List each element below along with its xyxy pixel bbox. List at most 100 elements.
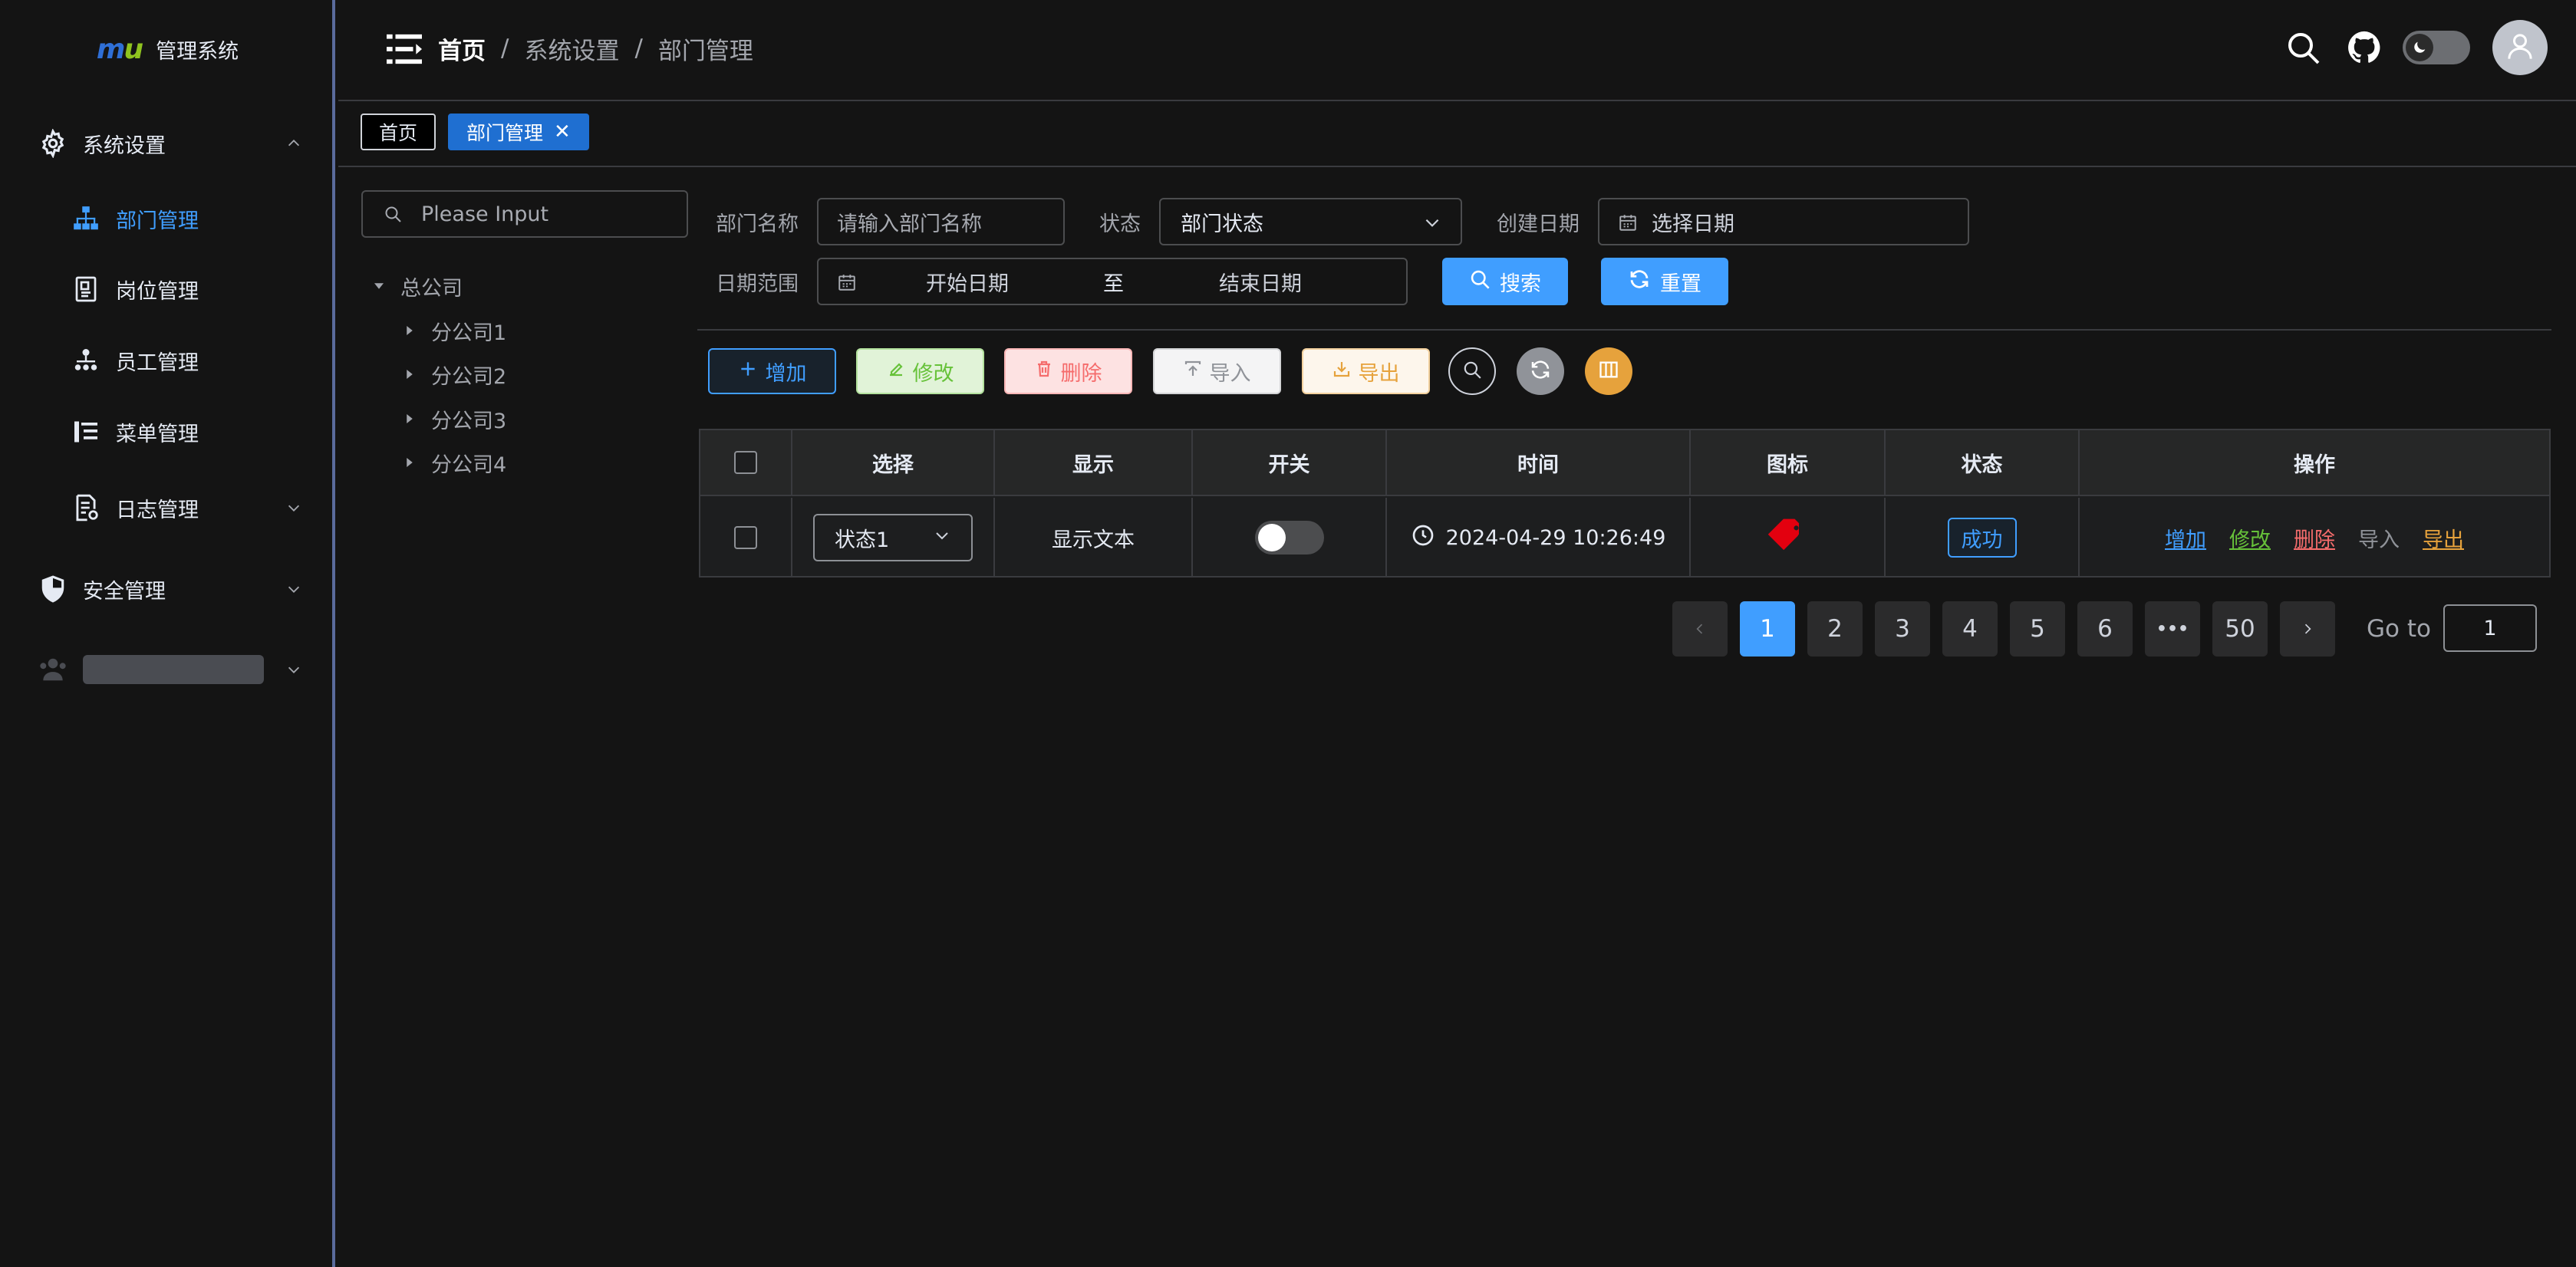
date-range-picker[interactable]: 开始日期 至 结束日期 <box>817 258 1408 305</box>
app-title: 管理系统 <box>156 39 239 64</box>
theme-toggle[interactable] <box>2403 31 2470 64</box>
tree-node-root[interactable]: 总公司 <box>371 271 463 301</box>
sidebar-item-department[interactable]: 部门管理 <box>0 192 335 245</box>
header-select-all <box>700 430 792 495</box>
dept-name-input[interactable]: 请输入部门名称 <box>817 198 1065 245</box>
columns-icon <box>1598 359 1619 383</box>
org-chart-icon <box>71 203 101 234</box>
add-button[interactable]: 增加 <box>708 348 836 394</box>
column-header: 图标 <box>1691 430 1886 495</box>
caret-right-icon[interactable] <box>402 411 417 426</box>
end-date-placeholder[interactable]: 结束日期 <box>1219 267 1302 297</box>
goto-page-input[interactable]: 1 <box>2443 604 2537 652</box>
top-header: 首页 / 系统设置 / 部门管理 <box>338 0 2576 101</box>
edit-button-label: 修改 <box>912 361 954 386</box>
page-button[interactable]: 4 <box>1942 601 1998 657</box>
tree-node-label: 总公司 <box>400 276 463 301</box>
row-delete-link[interactable]: 删除 <box>2294 523 2335 553</box>
row-status-select[interactable]: 状态1 <box>813 514 973 561</box>
create-date-placeholder: 选择日期 <box>1652 212 1734 236</box>
form-divider <box>697 329 2551 331</box>
tree-search-input[interactable]: Please Input <box>361 190 688 238</box>
search-icon[interactable] <box>2281 26 2324 69</box>
edit-button[interactable]: 修改 <box>856 348 984 394</box>
page-button[interactable]: 3 <box>1875 601 1930 657</box>
select-all-checkbox[interactable] <box>734 451 757 474</box>
sidebar-item-log[interactable]: 日志管理 <box>0 481 335 535</box>
chevron-down-icon <box>284 660 304 680</box>
tree-search-placeholder: Please Input <box>421 202 549 226</box>
sidebar-group-system-settings[interactable]: 系统设置 <box>0 117 335 170</box>
tag-home[interactable]: 首页 <box>361 114 436 150</box>
tag-label: 首页 <box>379 122 418 144</box>
sidebar-item-employee[interactable]: 员工管理 <box>0 334 335 387</box>
column-settings-button[interactable] <box>1585 347 1632 395</box>
start-date-placeholder[interactable]: 开始日期 <box>926 267 1009 297</box>
sidebar-item-position[interactable]: 岗位管理 <box>0 262 335 316</box>
tree-node-child[interactable]: 分公司3 <box>402 403 506 434</box>
page-button[interactable]: 1 <box>1740 601 1795 657</box>
status-badge: 成功 <box>1947 518 2017 558</box>
refresh-icon <box>1628 268 1651 296</box>
tree-node-child[interactable]: 分公司1 <box>402 315 506 346</box>
caret-right-icon[interactable] <box>402 367 417 382</box>
search-button[interactable]: 搜索 <box>1442 258 1568 305</box>
breadcrumb-department: 部门管理 <box>657 37 753 65</box>
app-logo[interactable]: mu 管理系统 <box>0 29 335 69</box>
caret-right-icon[interactable] <box>402 323 417 338</box>
status-select[interactable]: 部门状态 <box>1159 198 1462 245</box>
chevron-down-icon <box>933 526 951 550</box>
prev-page-button[interactable] <box>1672 601 1728 657</box>
row-add-link[interactable]: 增加 <box>2165 523 2206 553</box>
caret-down-icon[interactable] <box>371 278 387 294</box>
sidebar-group-security[interactable]: 安全管理 <box>0 562 335 616</box>
row-edit-link[interactable]: 修改 <box>2229 523 2271 553</box>
status-cell: 成功 <box>1886 498 2080 578</box>
redacted-label <box>83 655 264 684</box>
column-header: 选择 <box>792 430 995 495</box>
row-import-link[interactable]: 导入 <box>2358 523 2400 553</box>
tree-node-child[interactable]: 分公司4 <box>402 447 506 478</box>
chevron-left-icon <box>1692 615 1708 643</box>
create-date-picker[interactable]: 选择日期 <box>1598 198 1969 245</box>
page-button[interactable]: 50 <box>2212 601 2268 657</box>
caret-right-icon[interactable] <box>402 455 417 470</box>
sidebar-group-hidden[interactable] <box>0 643 335 696</box>
reset-button[interactable]: 重置 <box>1601 258 1728 305</box>
tree-node-child[interactable]: 分公司2 <box>402 359 506 390</box>
chevron-down-icon <box>284 498 304 518</box>
import-button[interactable]: 导入 <box>1153 348 1281 394</box>
column-header: 时间 <box>1387 430 1691 495</box>
range-separator: 至 <box>1103 272 1124 296</box>
page-button[interactable]: 5 <box>2010 601 2065 657</box>
team-tree-icon <box>71 345 101 376</box>
page-button[interactable]: 2 <box>1807 601 1863 657</box>
refresh-table-button[interactable] <box>1517 347 1564 395</box>
more-pages-button[interactable]: ••• <box>2145 601 2200 657</box>
breadcrumb-separator: / <box>501 35 509 62</box>
sidebar-item-menu[interactable]: 菜单管理 <box>0 405 335 459</box>
row-export-link[interactable]: 导出 <box>2423 523 2464 553</box>
export-button[interactable]: 导出 <box>1302 348 1430 394</box>
column-header: 开关 <box>1193 430 1387 495</box>
github-icon[interactable] <box>2343 26 2386 69</box>
clock-icon <box>1411 523 1435 553</box>
avatar[interactable] <box>2492 20 2548 75</box>
close-icon[interactable]: ✕ <box>554 120 571 143</box>
log-doc-icon <box>71 492 101 523</box>
row-checkbox[interactable] <box>734 526 757 549</box>
download-icon <box>1332 360 1351 383</box>
refresh-icon <box>1529 358 1552 384</box>
toggle-search-button[interactable] <box>1448 347 1496 395</box>
delete-button[interactable]: 删除 <box>1004 348 1132 394</box>
sidebar: mu 管理系统 系统设置 部门管理 岗位管理 员工管理 菜单管理 日志管理 安全… <box>0 0 335 1267</box>
next-page-button[interactable] <box>2280 601 2335 657</box>
operations-cell: 增加 修改 删除 导入 导出 <box>2080 498 2549 578</box>
page-button[interactable]: 6 <box>2077 601 2133 657</box>
tag-department[interactable]: 部门管理 ✕ <box>448 114 589 150</box>
id-badge-icon <box>71 274 101 304</box>
collapse-menu-icon[interactable] <box>386 31 423 67</box>
row-switch[interactable] <box>1254 521 1324 555</box>
breadcrumb-home[interactable]: 首页 <box>438 31 486 66</box>
sidebar-item-label: 岗位管理 <box>116 279 199 304</box>
